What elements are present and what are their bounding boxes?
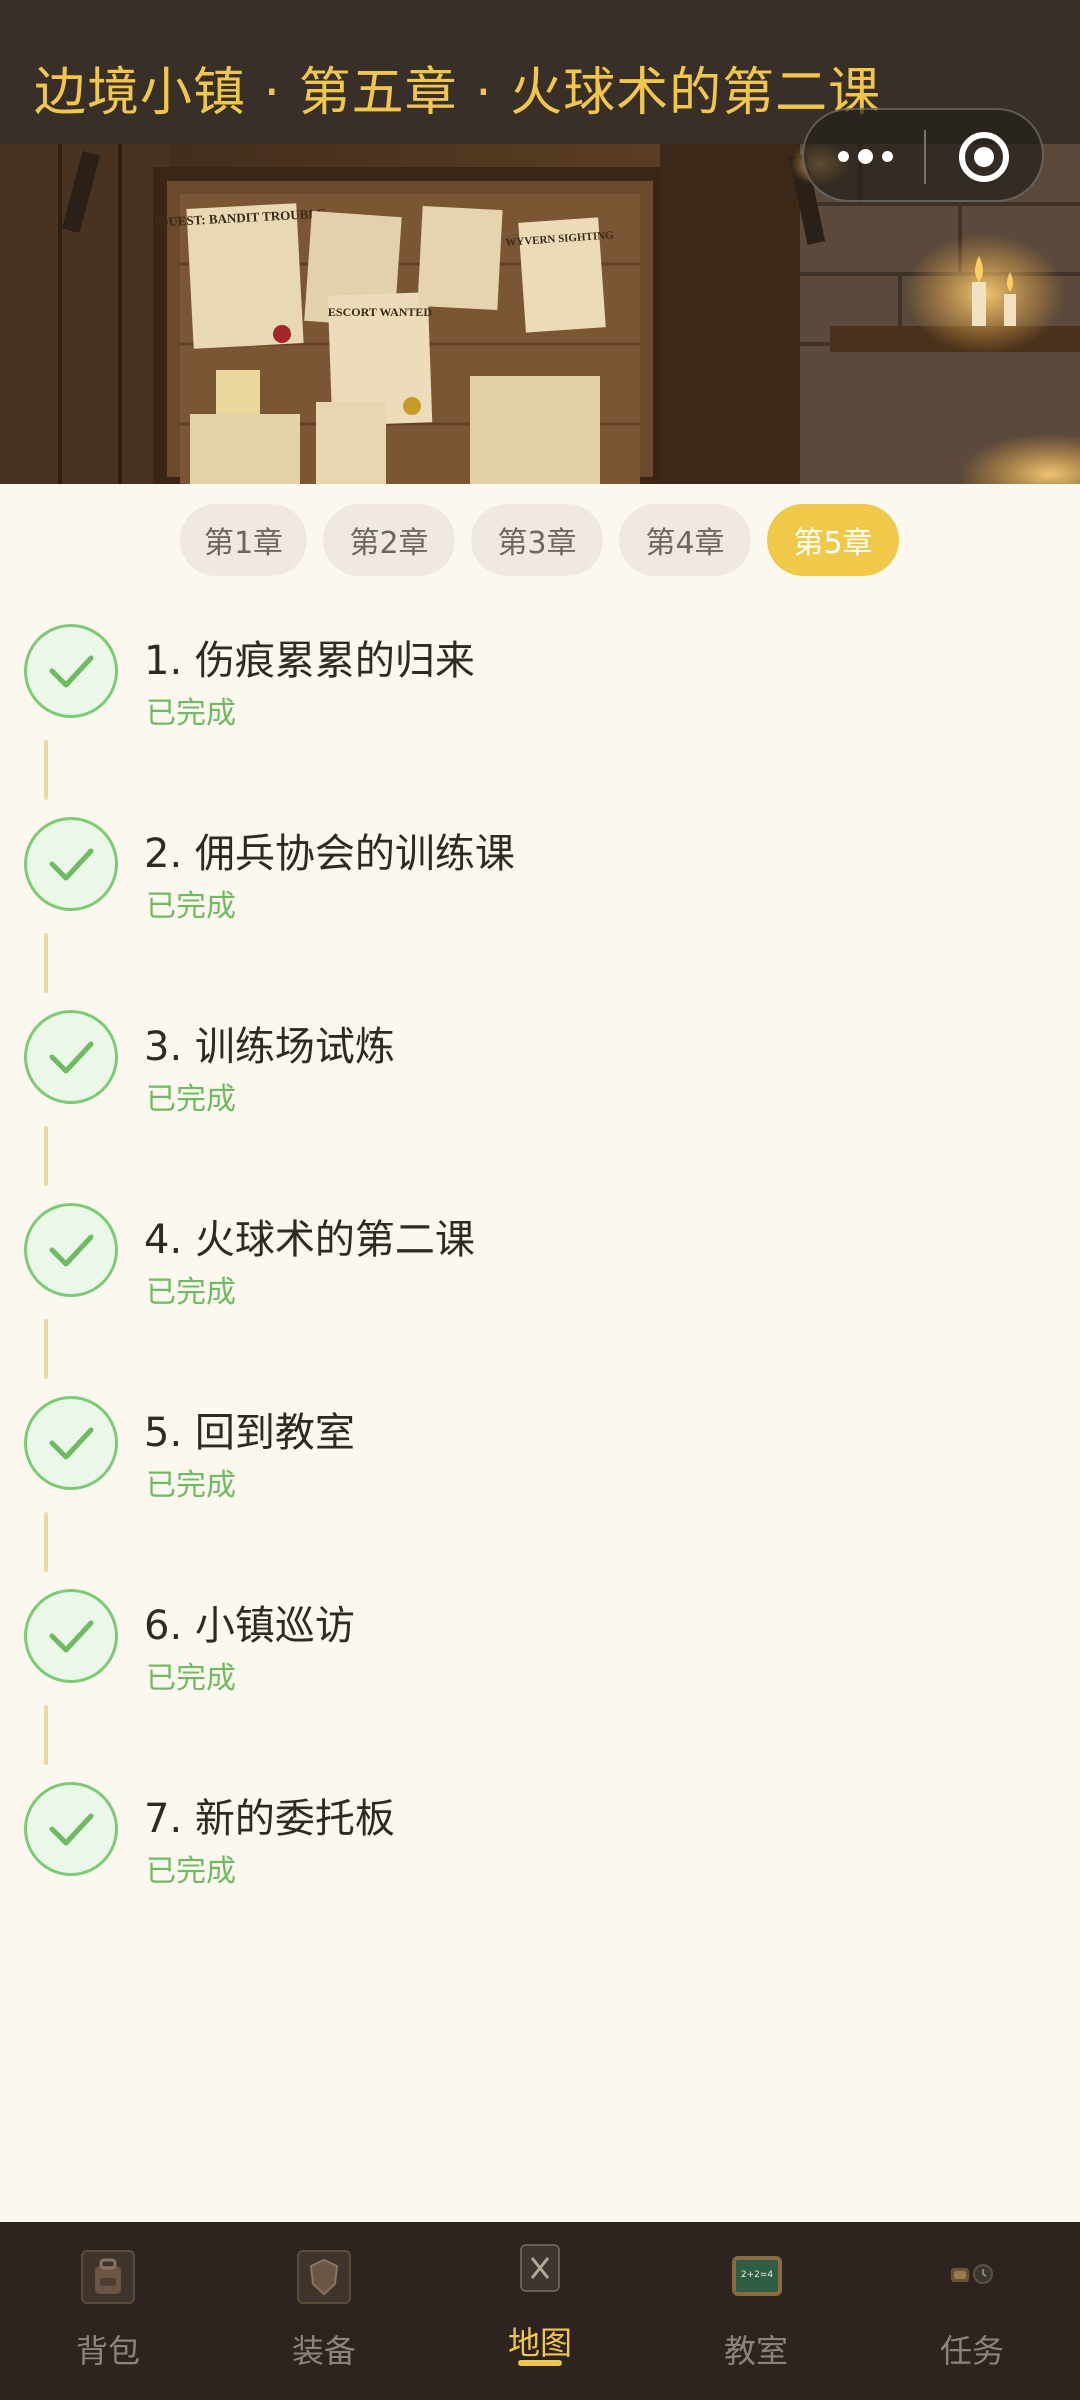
task-item-6[interactable]: 6. 小镇巡访 已完成 <box>0 1589 1080 1709</box>
tab-chapter-4[interactable]: 第4章 <box>619 504 751 576</box>
more-options-icon[interactable] <box>838 144 918 170</box>
nav-label: 地图 <box>507 2324 572 2362</box>
page-title: 边境小镇 · 第五章 · 火球术的第二课 <box>34 63 882 123</box>
task-status: 已完成 <box>146 889 236 924</box>
nav-item-quest[interactable]: 任务 <box>864 2222 1080 2400</box>
check-circle-icon <box>24 1010 118 1104</box>
backpack-icon <box>81 2250 135 2304</box>
timeline-connector <box>44 1319 48 1379</box>
check-circle-icon <box>24 624 118 718</box>
nav-item-equipment[interactable]: 装备 <box>216 2222 432 2400</box>
map-icon <box>520 2244 560 2292</box>
capsule-menu <box>802 108 1044 202</box>
bottom-nav: 背包 装备 地图 2+2=4 教室 任务 <box>0 2222 1080 2400</box>
equipment-icon <box>297 2250 351 2304</box>
check-circle-icon <box>24 1782 118 1876</box>
app-root: 边境小镇 · 第五章 · 火球术的第二课 QUEST: BANDIT TROUB… <box>0 0 1080 2400</box>
task-title: 2. 佣兵协会的训练课 <box>144 831 515 877</box>
task-item-3[interactable]: 3. 训练场试炼 已完成 <box>0 1010 1080 1130</box>
task-title: 6. 小镇巡访 <box>144 1603 355 1649</box>
task-status: 已完成 <box>146 1275 236 1310</box>
task-title: 3. 训练场试炼 <box>144 1024 395 1070</box>
tab-chapter-5[interactable]: 第5章 <box>767 504 899 576</box>
task-title: 7. 新的委托板 <box>144 1796 395 1842</box>
task-item-2[interactable]: 2. 佣兵协会的训练课 已完成 <box>0 817 1080 937</box>
task-status: 已完成 <box>146 1854 236 1889</box>
task-item-1[interactable]: 1. 伤痕累累的归来 已完成 <box>0 624 1080 744</box>
task-title: 5. 回到教室 <box>144 1410 355 1456</box>
timeline-connector <box>44 740 48 800</box>
task-status: 已完成 <box>146 1661 236 1696</box>
nav-label: 任务 <box>939 2332 1004 2370</box>
nav-item-map[interactable]: 地图 <box>432 2222 648 2400</box>
task-status: 已完成 <box>146 1468 236 1503</box>
nav-label: 背包 <box>75 2332 140 2370</box>
task-item-4[interactable]: 4. 火球术的第二课 已完成 <box>0 1203 1080 1323</box>
capsule-divider <box>924 130 926 184</box>
timeline-connector <box>44 1705 48 1765</box>
quest-icon <box>945 2258 999 2312</box>
check-circle-icon <box>24 1203 118 1297</box>
nav-label: 教室 <box>723 2332 788 2370</box>
tab-chapter-3[interactable]: 第3章 <box>471 504 603 576</box>
tab-chapter-1[interactable]: 第1章 <box>180 504 307 576</box>
tab-chapter-2[interactable]: 第2章 <box>323 504 455 576</box>
active-indicator <box>518 2360 562 2366</box>
timeline-connector <box>44 1126 48 1186</box>
task-item-5[interactable]: 5. 回到教室 已完成 <box>0 1396 1080 1516</box>
task-status: 已完成 <box>146 696 236 731</box>
task-title: 4. 火球术的第二课 <box>144 1217 475 1263</box>
chalkboard-icon: 2+2=4 <box>732 2256 782 2296</box>
close-miniprogram-icon[interactable] <box>959 132 1009 182</box>
task-title: 1. 伤痕累累的归来 <box>144 638 475 684</box>
chalk-text: 2+2=4 <box>741 2270 774 2280</box>
task-status: 已完成 <box>146 1082 236 1117</box>
check-circle-icon <box>24 1589 118 1683</box>
timeline-connector <box>44 933 48 993</box>
nav-item-classroom[interactable]: 2+2=4 教室 <box>648 2222 864 2400</box>
check-circle-icon <box>24 1396 118 1490</box>
nav-item-backpack[interactable]: 背包 <box>0 2222 216 2400</box>
nav-label: 装备 <box>291 2332 356 2370</box>
task-item-7[interactable]: 7. 新的委托板 已完成 <box>0 1782 1080 1902</box>
chapter-tabs: 第1章 第2章 第3章 第4章 第5章 <box>0 504 1080 576</box>
poster-escort: ESCORT WANTED <box>328 305 433 319</box>
timeline-connector <box>44 1512 48 1572</box>
check-circle-icon <box>24 817 118 911</box>
